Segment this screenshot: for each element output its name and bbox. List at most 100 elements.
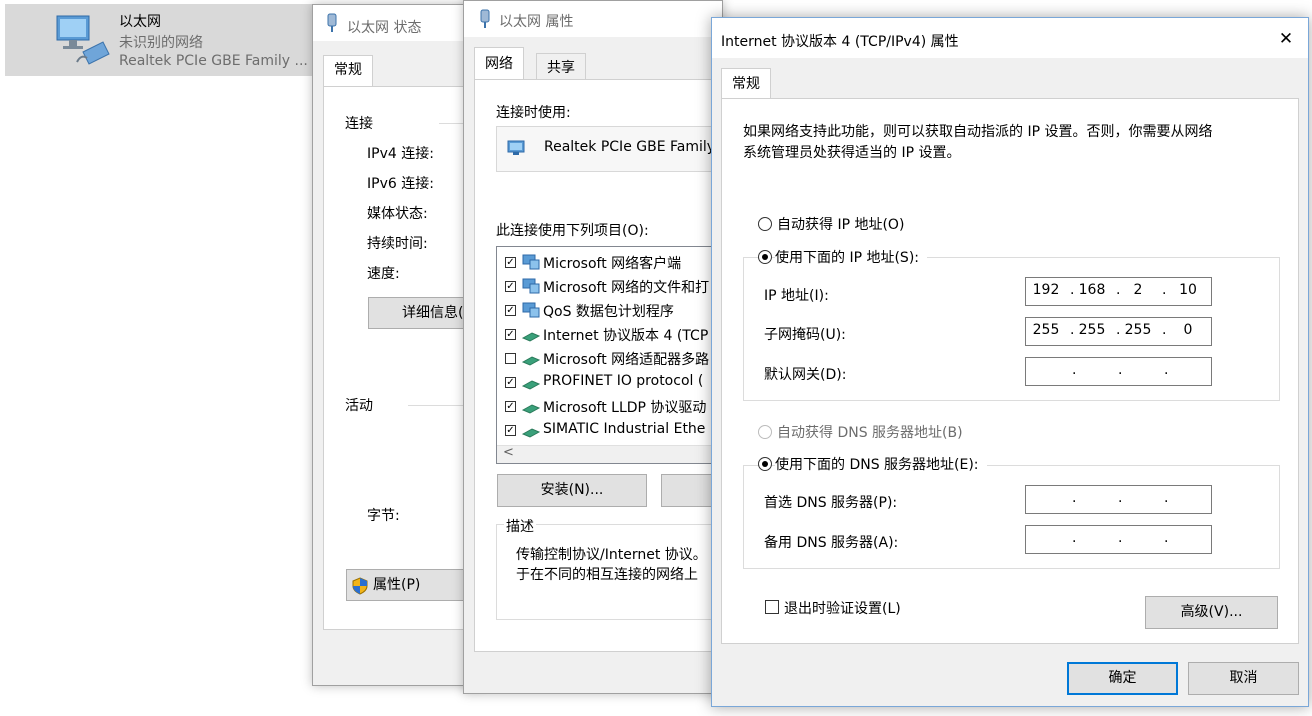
auto-ip-radio[interactable] <box>758 217 772 231</box>
network-service-icon <box>522 278 540 294</box>
ipv4-dialog-title: Internet 协议版本 4 (TCP/IPv4) 属性 <box>721 34 959 50</box>
ipv4-tab-general[interactable]: 常规 <box>721 68 771 99</box>
status-row-media: 媒体状态: <box>367 206 428 222</box>
bytes-label: 字节: <box>367 508 400 524</box>
connection-section-label: 连接 <box>345 116 373 132</box>
adapter-box: Realtek PCIe GBE Family <box>496 126 725 172</box>
connect-using-label: 连接时使用: <box>496 105 571 121</box>
ip-address-label: IP 地址(I): <box>764 288 829 304</box>
network-protocol-icon <box>522 356 540 366</box>
network-protocol-icon <box>522 428 540 438</box>
manual-ip-radio[interactable] <box>758 250 772 264</box>
validate-checkbox[interactable] <box>765 600 779 614</box>
subnet-mask-label: 子网掩码(U): <box>764 327 846 343</box>
item-label: Microsoft 网络的文件和打 <box>543 280 710 296</box>
ipv4-titlebar: Internet 协议版本 4 (TCP/IPv4) 属性 ✕ <box>712 18 1308 58</box>
list-item[interactable]: ✓ Internet 协议版本 4 (TCP <box>497 323 725 347</box>
status-window: 以太网 状态 常规 连接 IPv4 连接: IPv6 连接: 媒体状态: 持续时… <box>312 4 499 686</box>
network-plug-icon <box>327 13 337 32</box>
uac-shield-icon <box>352 577 368 595</box>
list-item[interactable]: ✓ SIMATIC Industrial Ethe <box>497 419 725 443</box>
install-button[interactable]: 安装(N)... <box>497 474 647 507</box>
network-card-icon <box>507 140 525 155</box>
item-checkbox[interactable]: ✓ <box>505 377 516 388</box>
horizontal-scrollbar[interactable]: < <box>497 445 725 463</box>
list-item[interactable]: ✓ QoS 数据包计划程序 <box>497 299 725 323</box>
description-line1: 传输控制协议/Internet 协议。 <box>516 547 707 563</box>
adapter-name: 以太网 <box>119 14 161 30</box>
tab-sharing[interactable]: 共享 <box>536 53 586 80</box>
item-checkbox[interactable]: ✓ <box>505 329 516 340</box>
subnet-mask-field[interactable]: 255 . 255 . 255 . 0 <box>1025 317 1212 346</box>
list-item[interactable]: ✓ PROFINET IO protocol ( <box>497 371 725 395</box>
gateway-label: 默认网关(D): <box>764 367 847 383</box>
preferred-dns-field[interactable]: . . . <box>1025 485 1212 514</box>
status-row-ipv6: IPv6 连接: <box>367 176 434 192</box>
status-tab-general[interactable]: 常规 <box>323 55 373 87</box>
adapter-name-label: Realtek PCIe GBE Family <box>544 139 716 155</box>
auto-dns-label[interactable]: 自动获得 DNS 服务器地址(B) <box>777 422 963 442</box>
items-list: ✓ Microsoft 网络客户端 ✓ Microsoft 网络的文件和打 ✓ QoS 数… <box>496 246 725 464</box>
list-item[interactable]: ✓ Microsoft 网络的文件和打 <box>497 275 725 299</box>
validate-label[interactable]: 退出时验证设置(L) <box>784 598 901 618</box>
item-checkbox[interactable]: ✓ <box>505 425 516 436</box>
properties-button[interactable]: 属性(P) <box>346 569 471 601</box>
item-label: Microsoft LLDP 协议驱动 <box>543 400 707 416</box>
ip-octet-1: 192 <box>1032 282 1060 298</box>
list-item[interactable]: ✓ Microsoft LLDP 协议驱动 <box>497 395 725 419</box>
ok-button[interactable]: 确定 <box>1067 662 1178 695</box>
status-window-title: 以太网 状态 <box>347 20 422 36</box>
subnet-octet-2: 255 <box>1078 322 1106 338</box>
status-row-duration: 持续时间: <box>367 236 428 252</box>
alternate-dns-field[interactable]: . . . <box>1025 525 1212 554</box>
properties-button-label: 属性(P) <box>373 577 421 593</box>
advanced-button[interactable]: 高级(V)... <box>1145 596 1278 629</box>
item-label: Microsoft 网络适配器多路 <box>543 352 710 368</box>
item-checkbox[interactable]: ✓ <box>505 281 516 292</box>
status-row-speed: 速度: <box>367 266 400 282</box>
adapter-device: Realtek PCIe GBE Family ... <box>119 53 308 69</box>
network-service-icon <box>522 302 540 318</box>
manual-dns-label[interactable]: 使用下面的 DNS 服务器地址(E): <box>775 454 987 474</box>
item-label: SIMATIC Industrial Ethe <box>543 421 706 437</box>
list-item[interactable]: ✓ Microsoft 网络客户端 <box>497 251 725 275</box>
description-section-label: 描述 <box>504 516 536 536</box>
cancel-button[interactable]: 取消 <box>1188 662 1299 695</box>
network-protocol-icon <box>522 380 540 390</box>
manual-dns-radio[interactable] <box>758 457 772 471</box>
gateway-field[interactable]: . . . <box>1025 357 1212 386</box>
manual-ip-label[interactable]: 使用下面的 IP 地址(S): <box>775 247 927 267</box>
network-protocol-icon <box>522 404 540 414</box>
properties-window-title: 以太网 属性 <box>499 14 574 30</box>
items-label: 此连接使用下列项目(O): <box>496 223 649 239</box>
preferred-dns-label: 首选 DNS 服务器(P): <box>764 495 898 511</box>
network-service-icon <box>522 254 540 270</box>
close-icon[interactable]: ✕ <box>1274 27 1298 51</box>
ip-octet-4: 10 <box>1179 282 1197 298</box>
item-checkbox[interactable]: ✓ <box>505 257 516 268</box>
ip-octet-2: 168 <box>1078 282 1106 298</box>
properties-window: 以太网 属性 网络 共享 连接时使用: Realtek PCIe GBE Fam… <box>463 0 725 694</box>
item-checkbox[interactable] <box>505 353 516 364</box>
item-label: QoS 数据包计划程序 <box>543 304 674 320</box>
item-label: Internet 协议版本 4 (TCP <box>543 328 709 344</box>
auto-ip-label[interactable]: 自动获得 IP 地址(O) <box>777 214 904 234</box>
item-checkbox[interactable]: ✓ <box>505 401 516 412</box>
ip-address-field[interactable]: 192 . 168 . 2 . 10 <box>1025 277 1212 306</box>
intro-line2: 系统管理员处获得适当的 IP 设置。 <box>743 145 961 161</box>
status-titlebar: 以太网 状态 <box>313 5 481 41</box>
details-button-label: 详细信息( <box>402 305 464 321</box>
scroll-left-arrow[interactable]: < <box>503 445 514 460</box>
adapter-entry[interactable]: 以太网 未识别的网络 Realtek PCIe GBE Family ... <box>5 4 313 76</box>
properties-panel: 连接时使用: Realtek PCIe GBE Family 此连接使用下列项目… <box>474 79 725 652</box>
item-checkbox[interactable]: ✓ <box>505 305 516 316</box>
network-plug-icon <box>480 9 490 28</box>
ipv4-panel: 如果网络支持此功能，则可以获取自动指派的 IP 设置。否则，你需要从网络 系统管… <box>721 98 1299 644</box>
list-item[interactable]: Microsoft 网络适配器多路 <box>497 347 725 371</box>
adapter-status: 未识别的网络 <box>119 35 203 51</box>
auto-dns-radio[interactable] <box>758 425 772 439</box>
ip-octet-3: 2 <box>1133 282 1143 298</box>
tab-network[interactable]: 网络 <box>474 47 524 80</box>
subnet-octet-3: 255 <box>1124 322 1152 338</box>
item-label: PROFINET IO protocol ( <box>543 373 704 389</box>
